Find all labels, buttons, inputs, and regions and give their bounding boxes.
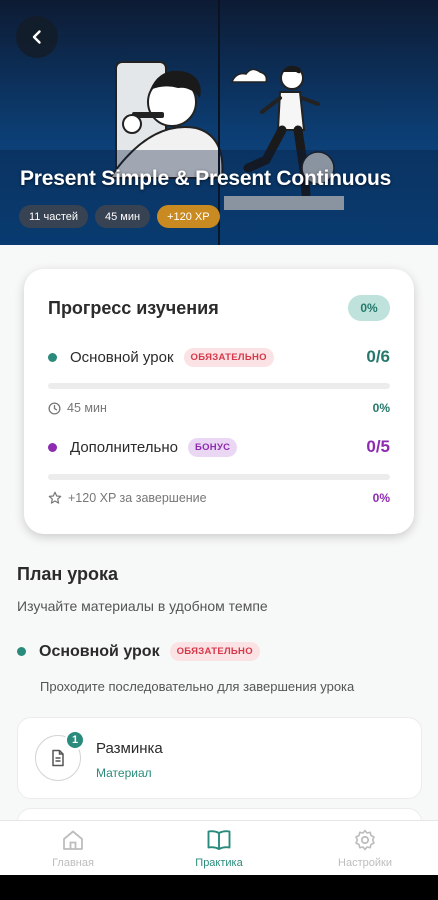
lesson-item-card[interactable]: 1 Разминка Материал <box>17 717 422 799</box>
nav-practice-label: Практика <box>195 857 243 869</box>
extra-lesson-reward: +120 XP за завершение <box>68 491 207 505</box>
extra-lesson-count: 0/5 <box>366 437 390 456</box>
item-title: Разминка <box>96 740 163 757</box>
extra-lesson-progress-bar <box>48 474 390 480</box>
main-lesson-progress-bar <box>48 383 390 389</box>
main-lesson-label: Основной урок <box>70 348 174 366</box>
main-section-dot <box>17 647 26 656</box>
main-section-label: Основной урок <box>39 642 160 660</box>
bottom-navigation: Главная Практика Настройки <box>0 820 438 875</box>
progress-card: Прогресс изучения 0% Основной урок ОБЯЗА… <box>24 269 414 534</box>
extra-lesson-row: Дополнительно БОНУС 0/5 <box>48 437 390 457</box>
extra-lesson-percent: 0% <box>372 491 390 505</box>
lesson-hero: Present Simple & Present Continuous 11 ч… <box>0 0 438 245</box>
progress-card-title: Прогресс изучения <box>48 298 219 318</box>
item-type: Материал <box>96 766 152 780</box>
book-icon <box>207 830 231 850</box>
nav-home-label: Главная <box>52 857 94 869</box>
overall-percent-badge: 0% <box>348 295 390 321</box>
main-lesson-meta: 45 мин 0% <box>48 401 390 415</box>
lesson-chips: 11 частей 45 мин +120 XP <box>19 205 220 228</box>
main-lesson-dot <box>48 352 57 362</box>
lesson-content[interactable]: Прогресс изучения 0% Основной урок ОБЯЗА… <box>0 245 438 828</box>
nav-home[interactable]: Главная <box>0 821 146 875</box>
gear-icon <box>355 829 375 851</box>
extra-lesson-dot <box>48 442 57 452</box>
main-section-note: Проходите последовательно для завершения… <box>40 679 355 694</box>
clock-icon <box>48 401 61 415</box>
required-tag: ОБЯЗАТЕЛЬНО <box>183 347 274 367</box>
main-lesson-row: Основной урок ОБЯЗАТЕЛЬНО 0/6 <box>48 347 390 367</box>
document-icon <box>52 749 64 767</box>
parts-chip: 11 частей <box>19 205 89 228</box>
lesson-plan-subtitle: Изучайте материалы в удобном темпе <box>17 598 268 614</box>
nav-settings[interactable]: Настройки <box>292 821 438 875</box>
item-number-badge: 1 <box>65 730 85 750</box>
main-lesson-duration: 45 мин <box>67 401 107 415</box>
extra-lesson-meta: +120 XP за завершение 0% <box>48 491 390 505</box>
nav-practice[interactable]: Практика <box>146 821 292 875</box>
main-lesson-count: 0/6 <box>366 347 390 366</box>
lesson-title: Present Simple & Present Continuous <box>20 167 392 190</box>
main-lesson-percent: 0% <box>372 401 390 415</box>
bonus-tag: БОНУС <box>187 437 238 457</box>
lesson-plan-title: План урока <box>17 564 119 584</box>
main-section-required-tag: ОБЯЗАТЕЛЬНО <box>169 642 260 661</box>
star-icon <box>48 491 62 504</box>
nav-settings-label: Настройки <box>338 857 392 869</box>
home-icon <box>63 830 83 850</box>
duration-chip: 45 мин <box>95 205 151 228</box>
system-bar <box>0 875 438 900</box>
extra-lesson-label: Дополнительно <box>70 438 178 456</box>
chevron-left-icon <box>32 30 41 44</box>
xp-chip: +120 XP <box>157 205 220 228</box>
back-button[interactable] <box>16 16 58 58</box>
main-section-header: Основной урок ОБЯЗАТЕЛЬНО <box>17 642 260 661</box>
